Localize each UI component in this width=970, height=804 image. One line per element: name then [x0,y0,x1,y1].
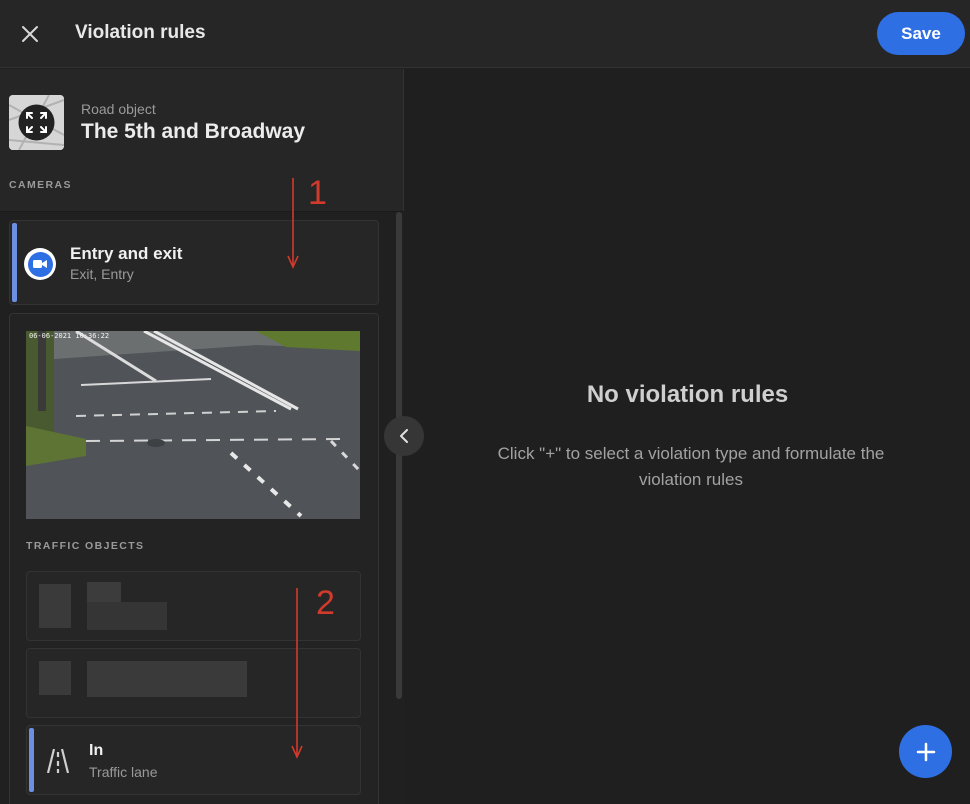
camera-item-entry-and-exit[interactable]: Entry and exit Exit, Entry [9,220,379,305]
camera-detail: 06-06-2021 10:36:22 TRAFFIC OBJECTS In T… [9,313,379,804]
selected-indicator [12,223,17,302]
traffic-object-item-in[interactable]: In Traffic lane [26,725,361,795]
camera-name: Entry and exit [70,244,183,263]
annotation-label-2: 2 [316,584,335,622]
close-button[interactable] [16,20,44,48]
annotation-arrow-2 [291,588,303,759]
redacted-text [87,582,121,602]
cameras-list: Entry and exit Exit, Entry 06-06-2021 10… [0,212,404,804]
redacted-text [87,602,167,630]
left-panel: Road object The 5th and Broadway CAMERAS… [0,69,404,804]
video-camera-icon [33,260,47,268]
preview-timestamp: 06-06-2021 10:36:22 [29,332,110,340]
camera-preview: 06-06-2021 10:36:22 [26,331,360,519]
header: Violation rules Save [0,0,970,68]
selected-indicator [29,728,34,792]
page-title: Violation rules [75,22,206,43]
save-button[interactable]: Save [877,12,965,55]
traffic-objects-label: TRAFFIC OBJECTS [26,540,145,552]
lane-icon [46,749,70,773]
camera-avatar [24,248,56,280]
plus-icon [916,742,935,761]
annotation-arrow-1 [287,178,299,269]
traffic-object-item-redacted[interactable] [26,648,361,718]
traffic-object-type: Traffic lane [89,764,158,780]
redacted-icon [39,661,71,695]
traffic-object-name: In [89,742,104,759]
cameras-section-label: CAMERAS [9,179,72,191]
close-icon [22,26,38,42]
road-object-subtitle: Road object [81,101,156,117]
annotation-label-1: 1 [308,174,327,212]
redacted-icon [39,584,71,628]
redacted-text [87,661,247,697]
empty-state-description: Click "+" to select a violation type and… [497,444,885,489]
chevron-left-icon [400,429,408,443]
camera-zones: Exit, Entry [70,266,134,282]
collapse-panel-button[interactable] [384,416,424,456]
empty-state-title: No violation rules [586,381,789,408]
traffic-object-item-redacted[interactable] [26,571,361,641]
road-object-name: The 5th and Broadway [81,120,306,143]
road-object-thumbnail [9,95,64,150]
add-violation-rule-button[interactable] [899,725,952,778]
